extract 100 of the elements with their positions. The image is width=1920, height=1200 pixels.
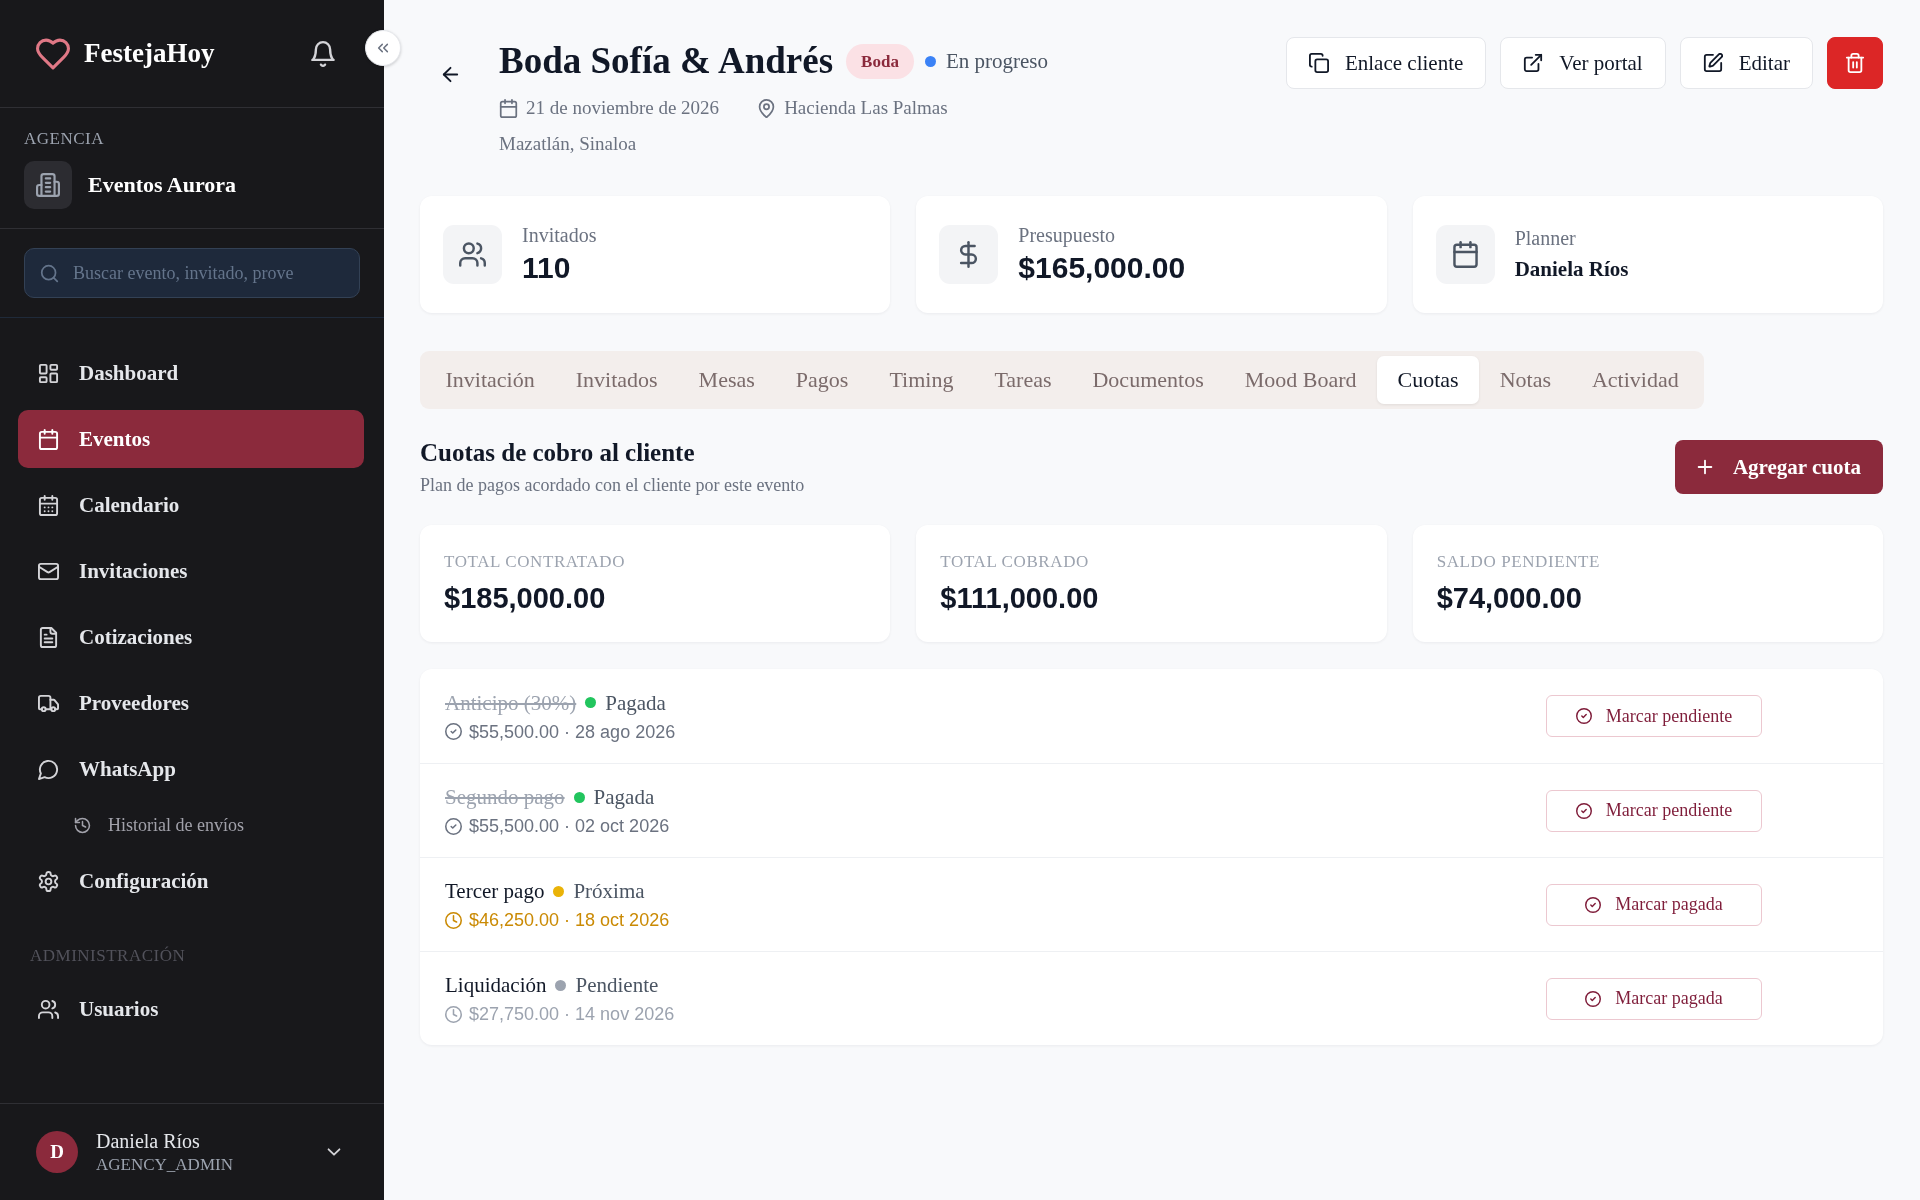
- dollar-icon: [939, 225, 999, 284]
- section-subtitle: Plan de pagos acordado con el cliente por este evento: [420, 474, 805, 496]
- nav-item[interactable]: WhatsApp: [18, 740, 364, 798]
- event-date: 21 de noviembre de 2026: [526, 96, 720, 120]
- stat-value: $165,000.00: [1018, 249, 1186, 286]
- nav-item[interactable]: Dashboard: [18, 344, 364, 402]
- status-label: Pagada: [605, 689, 666, 716]
- calendar-icon: [499, 98, 518, 118]
- speech-bubble-icon: [38, 758, 59, 780]
- tab[interactable]: Mesas: [678, 356, 776, 404]
- section-title: Cuotas de cobro al cliente: [420, 438, 695, 468]
- stat-label: Invitados: [522, 222, 597, 247]
- check-circle-icon: [1575, 802, 1592, 819]
- collapse-button[interactable]: [365, 30, 401, 66]
- mark-button[interactable]: Marcar pendiente: [1546, 695, 1762, 737]
- trash-icon: [1845, 53, 1865, 73]
- document-icon: [38, 626, 59, 648]
- check-circle-icon: [1585, 896, 1602, 913]
- installment-detail: $46,250.00 · 18 oct 2026: [469, 909, 670, 931]
- search-icon: [40, 263, 59, 283]
- gear-icon: [38, 870, 59, 892]
- nav-subitem[interactable]: Historial de envíos: [18, 806, 364, 844]
- nav-item[interactable]: Configuración: [18, 852, 364, 910]
- nav-item[interactable]: Eventos: [18, 410, 364, 468]
- summary-label: SALDO PENDIENTE: [1436, 551, 1601, 572]
- event-type-badge: Boda: [846, 43, 914, 79]
- nav-item[interactable]: Calendario: [18, 476, 364, 534]
- summary-label: TOTAL COBRADO: [940, 551, 1089, 572]
- tab[interactable]: Actividad: [1571, 356, 1700, 404]
- tab[interactable]: Invitados: [555, 356, 679, 404]
- summary-value: $111,000.00: [940, 580, 1099, 616]
- heart-icon: [36, 36, 70, 71]
- summary-value: $74,000.00: [1436, 580, 1582, 616]
- clock-icon: [445, 1005, 462, 1023]
- mark-button[interactable]: Marcar pendiente: [1546, 789, 1762, 832]
- status-label: Pendiente: [575, 972, 659, 998]
- history-icon: [74, 816, 91, 834]
- check-circle-icon: [1585, 990, 1602, 1007]
- check-circle-icon: [445, 817, 462, 835]
- agency-name: Eventos Aurora: [88, 172, 237, 198]
- user-role: AGENCY_ADMIN: [96, 1155, 233, 1175]
- stat-value: Daniela Ríos: [1514, 255, 1629, 283]
- status-label: Próxima: [573, 878, 645, 904]
- tab[interactable]: Invitación: [425, 356, 556, 404]
- event-venue: Hacienda Las Palmas: [784, 96, 948, 120]
- tab[interactable]: Notas: [1479, 356, 1572, 404]
- calendar-icon: [38, 428, 59, 450]
- users-icon: [443, 225, 502, 284]
- map-pin-icon: [757, 98, 777, 118]
- building-icon: [24, 161, 72, 209]
- status-label: Pagada: [593, 784, 655, 810]
- calendar-icon: [1435, 225, 1495, 284]
- external-link-icon: [1523, 53, 1544, 73]
- check-circle-icon: [1575, 708, 1592, 724]
- delete-button[interactable]: [1827, 37, 1883, 89]
- avatar: D: [36, 1131, 78, 1173]
- bell-icon[interactable]: [310, 40, 336, 67]
- mark-button[interactable]: Marcar pagada: [1546, 977, 1762, 1020]
- summary-value: $185,000.00: [444, 580, 606, 616]
- stat-value: 110: [522, 249, 571, 286]
- status-label: En progreso: [945, 48, 1048, 74]
- brand-name: FestejaHoy: [84, 38, 215, 69]
- clock-icon: [445, 911, 462, 929]
- nav-item[interactable]: Usuarios: [18, 980, 364, 1038]
- event-title: Boda Sofía & Andrés: [499, 39, 834, 83]
- nav-item[interactable]: Proveedores: [18, 674, 364, 732]
- add-button[interactable]: Agregar cuota: [1674, 440, 1883, 494]
- section-label: ADMINISTRACIÓN: [30, 946, 186, 966]
- stat-label: Planner: [1514, 225, 1576, 250]
- installment-name: Tercer pago: [445, 878, 545, 904]
- installment-name: Liquidación: [445, 972, 547, 998]
- edit-button[interactable]: Editar: [1679, 37, 1813, 89]
- tab[interactable]: Pagos: [775, 356, 869, 404]
- installment-detail: $55,500.00 · 02 oct 2026: [469, 815, 670, 837]
- stat-label: Presupuesto: [1018, 222, 1115, 247]
- client-link-button[interactable]: Enlace cliente: [1285, 37, 1487, 89]
- nav-item[interactable]: Invitaciones: [18, 542, 364, 600]
- installment-name: Segundo pago: [445, 784, 565, 810]
- tab[interactable]: Tareas: [973, 356, 1072, 404]
- mark-button[interactable]: Marcar pagada: [1546, 883, 1762, 926]
- check-circle-icon: [445, 723, 462, 740]
- envelope-icon: [38, 560, 59, 582]
- grid-icon: [38, 362, 59, 384]
- installment-detail: $27,750.00 · 14 nov 2026: [469, 1003, 675, 1025]
- truck-icon: [38, 692, 59, 714]
- tab[interactable]: Cuotas: [1377, 356, 1480, 404]
- view-portal-button[interactable]: Ver portal: [1500, 37, 1666, 89]
- nav-item[interactable]: Cotizaciones: [18, 608, 364, 666]
- calendar-icon: [38, 494, 59, 516]
- copy-icon: [1308, 53, 1329, 73]
- search-field[interactable]: Buscar evento, invitado, prove: [24, 248, 360, 298]
- tab[interactable]: Timing: [868, 356, 974, 404]
- user-name: Daniela Ríos: [96, 1129, 200, 1153]
- users-icon: [38, 998, 59, 1020]
- tab[interactable]: Mood Board: [1224, 356, 1377, 404]
- summary-label: TOTAL CONTRATADO: [444, 551, 626, 572]
- pencil-square-icon: [1702, 53, 1723, 73]
- installment-name: Anticipo (30%): [445, 689, 577, 716]
- installment-detail: $55,500.00 · 28 ago 2026: [469, 720, 676, 743]
- tab[interactable]: Documentos: [1072, 356, 1225, 404]
